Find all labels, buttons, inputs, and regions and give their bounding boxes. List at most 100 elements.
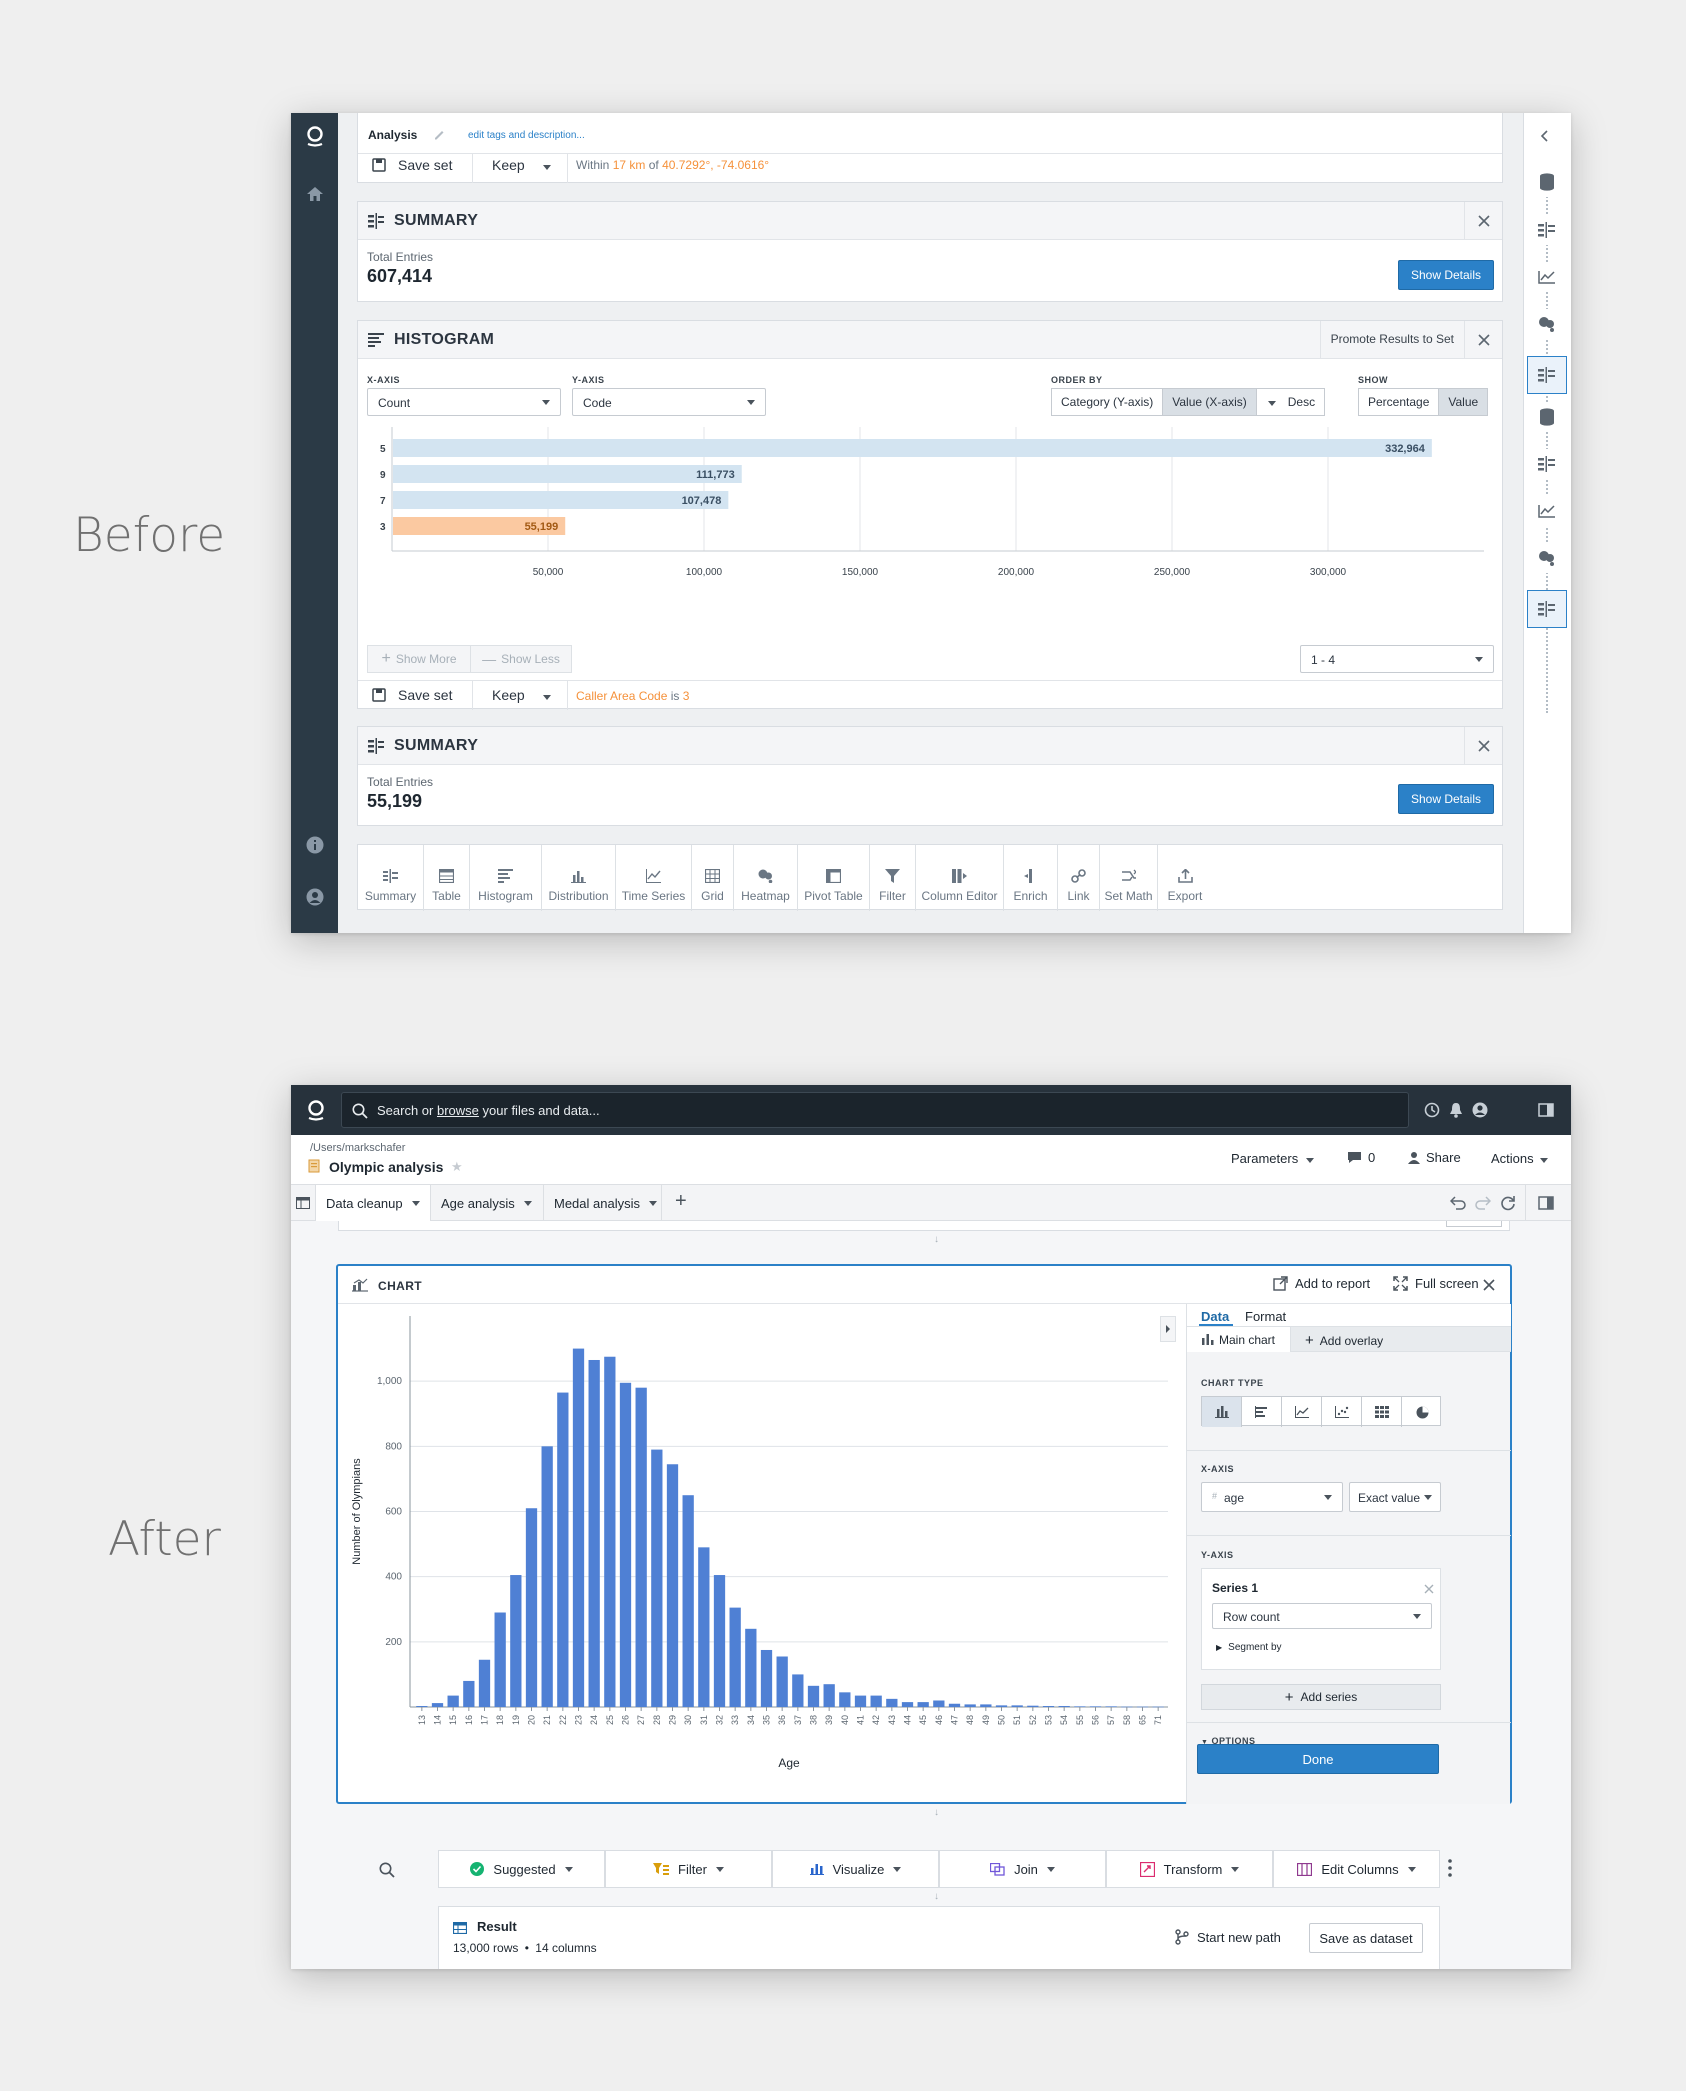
time-series-icon[interactable] <box>1532 262 1562 292</box>
start-new-path-button[interactable]: Start new path <box>1175 1929 1281 1945</box>
y-axis-select[interactable]: Code <box>572 388 766 416</box>
notifications-icon[interactable] <box>1445 1099 1467 1121</box>
line-chart-type[interactable] <box>1282 1397 1322 1427</box>
table-grid-icon[interactable] <box>291 1185 316 1221</box>
show-value-option[interactable]: Value <box>1439 389 1488 415</box>
refresh-icon[interactable] <box>1498 1193 1518 1213</box>
heatmap-icon[interactable] <box>1532 309 1562 339</box>
save-set-button[interactable]: Save set <box>398 157 452 173</box>
add-series-button[interactable]: + Add series <box>1201 1684 1441 1710</box>
toolbar-filter-button[interactable]: Filter <box>870 845 916 911</box>
tab-age-analysis[interactable]: Age analysis <box>431 1185 544 1221</box>
home-icon[interactable] <box>300 179 330 209</box>
close-icon[interactable] <box>1483 1278 1495 1296</box>
share-button[interactable]: Share <box>1407 1150 1461 1165</box>
info-icon[interactable] <box>300 830 330 860</box>
add-overlay-button[interactable]: + Add overlay <box>1305 1332 1383 1349</box>
transform-button[interactable]: Transform <box>1106 1850 1273 1888</box>
tab-data-cleanup[interactable]: Data cleanup <box>316 1185 431 1221</box>
x-axis-field-select[interactable]: # age <box>1201 1482 1343 1512</box>
suggested-button[interactable]: Suggested <box>438 1850 605 1888</box>
app-logo-icon[interactable] <box>300 121 330 151</box>
toolbar-time-series-button[interactable]: Time Series <box>616 845 692 911</box>
save-as-dataset-button[interactable]: Save as dataset <box>1309 1923 1423 1953</box>
parameters-dropdown[interactable]: Parameters <box>1231 1151 1315 1166</box>
horizontal-bar-chart-type[interactable] <box>1242 1397 1282 1427</box>
toolbar-grid-button[interactable]: Grid <box>692 845 734 911</box>
search-input[interactable]: Search or browse your files and data... <box>341 1092 1409 1128</box>
keep-dropdown[interactable]: Keep <box>492 157 551 173</box>
visualize-button[interactable]: Visualize <box>772 1850 939 1888</box>
show-details-button[interactable]: Show Details <box>1398 260 1494 290</box>
close-icon[interactable] <box>1464 202 1502 240</box>
join-button[interactable]: Join <box>939 1850 1106 1888</box>
add-tab-button[interactable]: + <box>675 1190 687 1213</box>
add-to-report-button[interactable]: Add to report <box>1273 1276 1370 1291</box>
toolbar-histogram-button[interactable]: Histogram <box>470 845 542 911</box>
range-select[interactable]: 1 - 4 <box>1300 645 1494 673</box>
toolbar-link-button[interactable]: Link <box>1058 845 1100 911</box>
undo-icon[interactable] <box>1448 1193 1468 1213</box>
user-icon[interactable] <box>300 882 330 912</box>
order-value-option[interactable]: Value (X-axis) <box>1163 389 1257 415</box>
toolbar-pivot-table-button[interactable]: Pivot Table <box>798 845 870 911</box>
history-icon[interactable] <box>1421 1099 1443 1121</box>
close-icon[interactable] <box>1464 321 1502 359</box>
done-button[interactable]: Done <box>1197 1744 1439 1774</box>
show-percentage-option[interactable]: Percentage <box>1359 389 1440 415</box>
x-axis-select[interactable]: Count <box>367 388 561 416</box>
tab-medal-analysis[interactable]: Medal analysis <box>544 1185 662 1221</box>
tab-data[interactable]: Data <box>1201 1309 1229 1324</box>
user-icon[interactable] <box>1469 1099 1491 1121</box>
full-screen-button[interactable]: Full screen <box>1393 1276 1479 1291</box>
browse-link[interactable]: browse <box>437 1103 479 1118</box>
summary-icon-active[interactable] <box>1527 356 1567 394</box>
collapse-chevron-icon[interactable] <box>1540 129 1550 147</box>
promote-results-button[interactable]: Promote Results to Set <box>1319 321 1464 359</box>
order-direction[interactable]: Desc <box>1257 389 1324 415</box>
order-category-option[interactable]: Category (Y-axis) <box>1052 389 1164 415</box>
dataset-icon[interactable] <box>1532 402 1562 432</box>
document-title[interactable]: Olympic analysis <box>329 1159 443 1175</box>
dataset-icon[interactable] <box>1532 167 1562 197</box>
edit-pencil-icon[interactable] <box>433 127 445 145</box>
tab-format[interactable]: Format <box>1245 1309 1286 1324</box>
scatter-chart-type[interactable] <box>1322 1397 1362 1427</box>
series-metric-select[interactable]: Row count <box>1212 1603 1432 1629</box>
app-logo-icon[interactable] <box>301 1095 331 1125</box>
toolbar-summary-button[interactable]: Summary <box>358 845 424 911</box>
close-icon[interactable] <box>1464 727 1502 765</box>
x-axis-mode-select[interactable]: Exact value <box>1349 1482 1441 1512</box>
remove-series-icon[interactable] <box>1424 1581 1434 1599</box>
summary-icon[interactable] <box>1532 215 1562 245</box>
toolbar-enrich-button[interactable]: Enrich <box>1004 845 1058 911</box>
more-options-icon[interactable] <box>1448 1859 1452 1882</box>
save-set-button[interactable]: Save set <box>398 687 452 703</box>
comments-button[interactable]: 0 <box>1347 1150 1375 1165</box>
side-panel-icon[interactable] <box>1536 1193 1556 1213</box>
search-icon[interactable] <box>379 1862 395 1883</box>
show-details-button[interactable]: Show Details <box>1398 784 1494 814</box>
toolbar-set-math-button[interactable]: Set Math <box>1100 845 1158 911</box>
show-less-button[interactable]: — Show Less <box>471 645 572 673</box>
actions-dropdown[interactable]: Actions <box>1491 1151 1548 1166</box>
toolbar-column-editor-button[interactable]: Column Editor <box>916 845 1004 911</box>
vertical-bar-chart-type[interactable] <box>1202 1397 1242 1427</box>
redo-icon[interactable] <box>1473 1193 1493 1213</box>
edit-columns-button[interactable]: Edit Columns <box>1273 1850 1440 1888</box>
collapse-panel-button[interactable] <box>1160 1316 1176 1342</box>
keep-dropdown[interactable]: Keep <box>492 687 551 703</box>
pie-chart-type[interactable] <box>1402 1397 1442 1427</box>
toolbar-distribution-button[interactable]: Distribution <box>542 845 616 911</box>
show-more-button[interactable]: + Show More <box>367 645 471 673</box>
edit-tags-link[interactable]: edit tags and description... <box>468 130 585 141</box>
toolbar-heatmap-button[interactable]: Heatmap <box>734 845 798 911</box>
heatmap-icon[interactable] <box>1532 543 1562 573</box>
segment-by-toggle[interactable]: ▶ Segment by <box>1216 1642 1282 1653</box>
filter-button[interactable]: Filter <box>605 1850 772 1888</box>
toolbar-export-button[interactable]: Export <box>1158 845 1212 911</box>
heatmap-chart-type[interactable] <box>1362 1397 1402 1427</box>
star-icon[interactable]: ★ <box>451 1159 463 1175</box>
toolbar-table-button[interactable]: Table <box>424 845 470 911</box>
series-name[interactable]: Series 1 <box>1212 1581 1258 1595</box>
